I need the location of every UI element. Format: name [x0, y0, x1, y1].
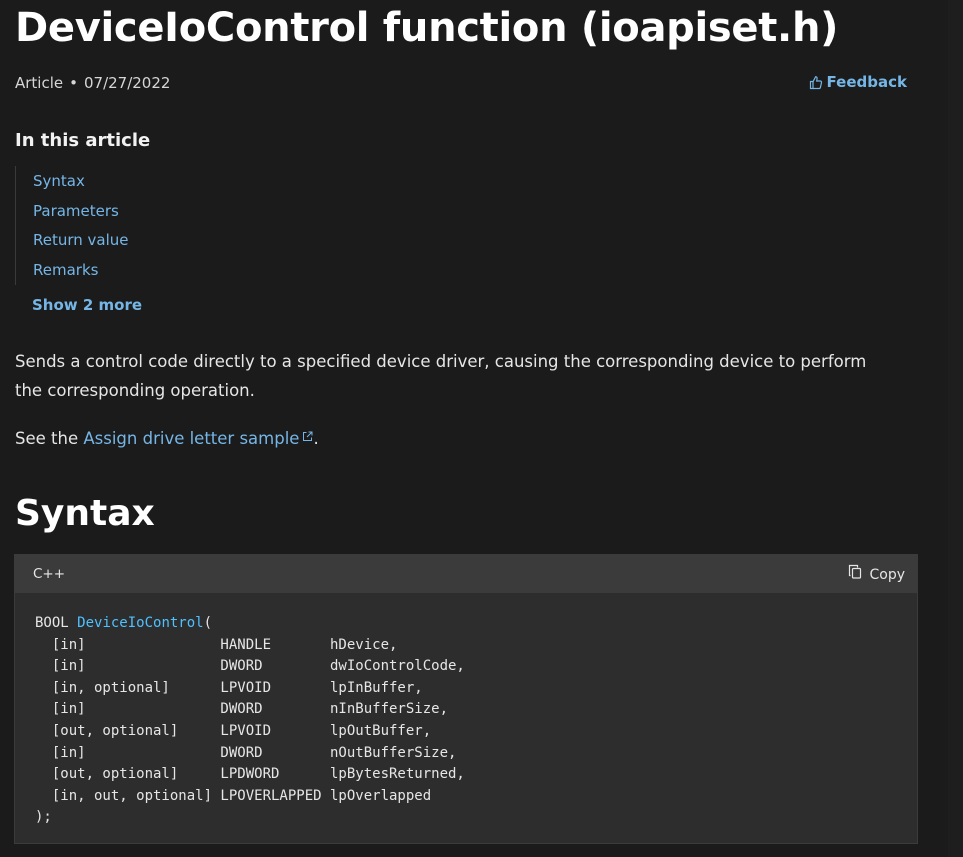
code-line: [out, optional] LPVOID lpOutBuffer, [35, 722, 432, 739]
code-line: [in, optional] LPVOID lpInBuffer, [35, 679, 423, 696]
copy-button[interactable]: Copy [848, 564, 905, 585]
code-line: [in] HANDLE hDevice, [35, 636, 398, 653]
toc-link-parameters[interactable]: Parameters [33, 202, 119, 220]
see-also-suffix: . [313, 429, 319, 448]
toc-link-remarks[interactable]: Remarks [33, 261, 98, 279]
code-function-name: DeviceIoControl [77, 615, 204, 631]
see-also-prefix: See the [15, 429, 84, 448]
toc-heading: In this article [15, 130, 151, 151]
toc-link-return-value[interactable]: Return value [33, 231, 129, 249]
code-line: [in, out, optional] LPOVERLAPPED lpOverl… [35, 787, 432, 804]
article-type: Article [15, 74, 64, 92]
code-line: [in] DWORD nInBufferSize, [35, 701, 449, 718]
code-header: C++ Copy [15, 555, 917, 593]
toc-list: Syntax Parameters Return value Remarks [15, 166, 316, 285]
toc-item: Return value [16, 225, 316, 255]
feedback-link[interactable]: Feedback [809, 72, 907, 92]
show-more-button[interactable]: Show 2 more [32, 295, 142, 315]
toc-link-syntax[interactable]: Syntax [33, 172, 85, 190]
page-title: DeviceIoControl function (ioapiset.h) [15, 5, 839, 51]
article-meta: Article • 07/27/2022 [15, 73, 170, 93]
see-also-text: See the Assign drive letter sample. [15, 423, 319, 453]
see-also-link-label: Assign drive letter sample [83, 429, 300, 448]
toc-item: Syntax [16, 166, 316, 196]
copy-icon [848, 564, 862, 585]
code-open-paren: ( [203, 615, 213, 631]
code-line: [in] DWORD nOutBufferSize, [35, 744, 457, 761]
article-description: Sends a control code directly to a speci… [15, 352, 867, 400]
code-block: C++ Copy BOOL DeviceIoControl( [in] HAND… [14, 554, 918, 844]
article-date: 07/27/2022 [83, 74, 171, 92]
feedback-label: Feedback [826, 73, 907, 91]
thumbs-up-icon [809, 75, 823, 90]
external-link-icon [302, 423, 313, 451]
toc-item: Remarks [16, 255, 316, 285]
copy-label: Copy [869, 566, 905, 583]
code-line: [out, optional] LPDWORD lpBytesReturned, [35, 766, 465, 783]
code-line: [in] DWORD dwIoControlCode, [35, 658, 465, 675]
code-close: ); [35, 809, 52, 826]
code-return-type: BOOL [35, 615, 78, 631]
assign-drive-letter-sample-link[interactable]: Assign drive letter sample [83, 429, 313, 448]
scrollbar-track[interactable] [948, 0, 963, 857]
code-language-label: C++ [33, 566, 66, 582]
toc-item: Parameters [16, 196, 316, 226]
syntax-heading: Syntax [15, 493, 155, 534]
code-body[interactable]: BOOL DeviceIoControl( [in] HANDLE hDevic… [15, 593, 917, 829]
meta-separator: • [69, 74, 78, 92]
